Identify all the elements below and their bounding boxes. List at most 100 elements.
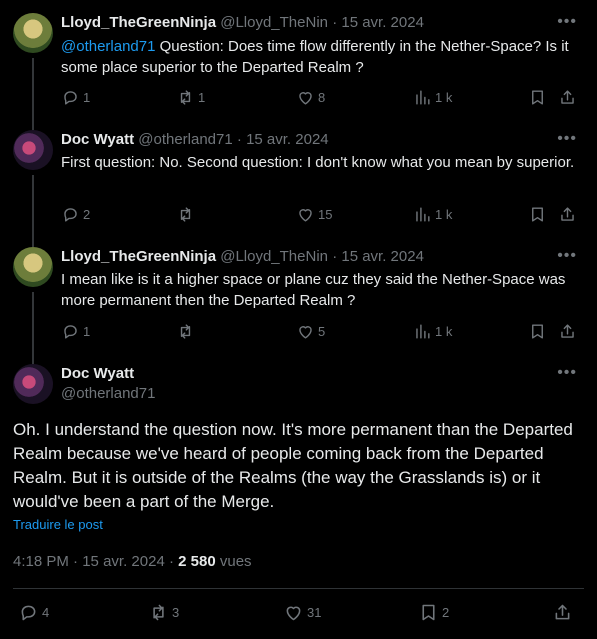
- more-icon[interactable]: •••: [557, 247, 577, 265]
- reply-count: 1: [83, 90, 91, 105]
- tweet-text: First question: No. Second question: I d…: [61, 154, 575, 171]
- reply-count: 4: [42, 605, 50, 620]
- retweet-button[interactable]: [176, 322, 195, 341]
- tweet[interactable]: Lloyd_TheGreenNinja @Lloyd_TheNin · 15 a…: [0, 247, 597, 347]
- translate-link[interactable]: Traduire le post: [13, 517, 103, 532]
- handle[interactable]: @otherland71: [138, 131, 232, 148]
- more-icon[interactable]: •••: [557, 130, 577, 148]
- tweet[interactable]: Lloyd_TheGreenNinja @Lloyd_TheNin · 15 a…: [0, 13, 597, 113]
- bookmark-button[interactable]: 2: [418, 602, 449, 623]
- retweet-icon: [180, 324, 191, 339]
- separator: ·: [73, 553, 79, 570]
- views-count: 1 k: [435, 324, 453, 339]
- tweet-actions: 1 5 1 k: [61, 322, 581, 344]
- display-name[interactable]: Doc Wyatt: [61, 131, 134, 148]
- retweet-icon: [153, 604, 164, 621]
- tweet-date[interactable]: 15 avr. 2024: [341, 14, 424, 31]
- share-icon: [561, 90, 574, 104]
- bookmark-icon: [532, 324, 543, 339]
- bookmark-icon: [532, 90, 543, 105]
- views-button[interactable]: 1 k: [413, 322, 452, 341]
- share-button[interactable]: [552, 602, 573, 623]
- retweet-button[interactable]: [176, 205, 195, 224]
- separator: ·: [236, 131, 242, 148]
- reply-button[interactable]: 4: [18, 602, 49, 623]
- like-count: 8: [318, 90, 326, 105]
- divider: [13, 588, 584, 589]
- avatar[interactable]: [13, 247, 53, 287]
- bookmark-icon: [422, 604, 435, 621]
- handle[interactable]: @Lloyd_TheNin: [220, 14, 328, 31]
- main-tweet-text: Oh. I understand the question now. It's …: [13, 420, 573, 511]
- retweet-count: 3: [172, 605, 180, 620]
- retweet-icon: [180, 90, 191, 105]
- separator: ·: [332, 248, 338, 265]
- bookmark-button[interactable]: [528, 88, 547, 107]
- reply-icon: [64, 91, 77, 105]
- reply-button[interactable]: 1: [61, 322, 90, 341]
- reply-button[interactable]: 2: [61, 205, 90, 224]
- tweet[interactable]: Doc Wyatt @otherland71 · 15 avr. 2024 ••…: [0, 130, 597, 230]
- bookmark-button[interactable]: [528, 322, 547, 341]
- tweet-date[interactable]: 15 avr. 2024: [82, 553, 165, 570]
- heart-icon: [286, 606, 301, 621]
- tweet-header: Doc Wyatt @otherland71 · 15 avr. 2024: [61, 130, 329, 150]
- share-button[interactable]: [558, 322, 577, 341]
- like-button[interactable]: 15: [296, 205, 332, 224]
- retweet-count: 1: [198, 90, 206, 105]
- like-button[interactable]: 5: [296, 322, 325, 341]
- share-button[interactable]: [558, 88, 577, 107]
- tweet-date[interactable]: 15 avr. 2024: [341, 248, 424, 265]
- main-tweet-actions: 4 3 31 2: [13, 602, 583, 626]
- retweet-button[interactable]: 1: [176, 88, 205, 107]
- avatar[interactable]: [13, 130, 53, 170]
- display-name[interactable]: Lloyd_TheGreenNinja: [61, 14, 216, 31]
- tweet-actions: 2 15 1 k: [61, 205, 581, 227]
- tweet-actions: 1 1 8 1 k: [61, 88, 581, 110]
- like-count: 31: [307, 605, 322, 620]
- tweet-header: Lloyd_TheGreenNinja @Lloyd_TheNin · 15 a…: [61, 247, 424, 267]
- views-icon: [416, 90, 430, 105]
- more-icon[interactable]: •••: [557, 364, 577, 382]
- bookmark-icon: [532, 207, 543, 222]
- handle[interactable]: @otherland71: [61, 385, 155, 402]
- views-count: 2 580: [178, 553, 216, 570]
- reply-icon: [64, 208, 77, 222]
- share-button[interactable]: [558, 205, 577, 224]
- like-button[interactable]: 31: [283, 602, 321, 623]
- views-count: 1 k: [435, 207, 453, 222]
- tweet-date[interactable]: 15 avr. 2024: [246, 131, 329, 148]
- tweet-header: Lloyd_TheGreenNinja @Lloyd_TheNin · 15 a…: [61, 13, 424, 33]
- like-button[interactable]: 8: [296, 88, 325, 107]
- reply-count: 1: [83, 324, 91, 339]
- tweet-time[interactable]: 4:18 PM: [13, 553, 69, 570]
- retweet-button[interactable]: 3: [148, 602, 179, 623]
- bookmark-button[interactable]: [528, 205, 547, 224]
- reply-icon: [64, 325, 77, 339]
- share-icon: [561, 207, 574, 221]
- views-button[interactable]: 1 k: [413, 205, 452, 224]
- heart-icon: [299, 326, 312, 339]
- reply-button[interactable]: 1: [61, 88, 90, 107]
- tweet-text: @otherland71 Question: Does time flow di…: [61, 36, 581, 78]
- tweet-text: I mean like is it a higher space or plan…: [61, 271, 566, 309]
- display-name[interactable]: Lloyd_TheGreenNinja: [61, 248, 216, 265]
- like-count: 5: [318, 324, 326, 339]
- display-name[interactable]: Doc Wyatt: [61, 364, 155, 384]
- share-icon: [561, 324, 574, 338]
- views-icon: [416, 324, 430, 339]
- heart-icon: [299, 92, 312, 105]
- avatar[interactable]: [13, 364, 53, 404]
- more-icon[interactable]: •••: [557, 13, 577, 31]
- reply-icon: [21, 605, 36, 621]
- share-icon: [555, 604, 570, 620]
- heart-icon: [299, 209, 312, 222]
- separator: ·: [168, 553, 174, 570]
- views-button[interactable]: 1 k: [413, 88, 452, 107]
- handle[interactable]: @Lloyd_TheNin: [220, 248, 328, 265]
- mention-link[interactable]: @otherland71: [61, 38, 155, 55]
- like-count: 15: [318, 207, 333, 222]
- views-label: vues: [219, 553, 252, 570]
- avatar[interactable]: [13, 13, 53, 53]
- retweet-icon: [180, 207, 191, 222]
